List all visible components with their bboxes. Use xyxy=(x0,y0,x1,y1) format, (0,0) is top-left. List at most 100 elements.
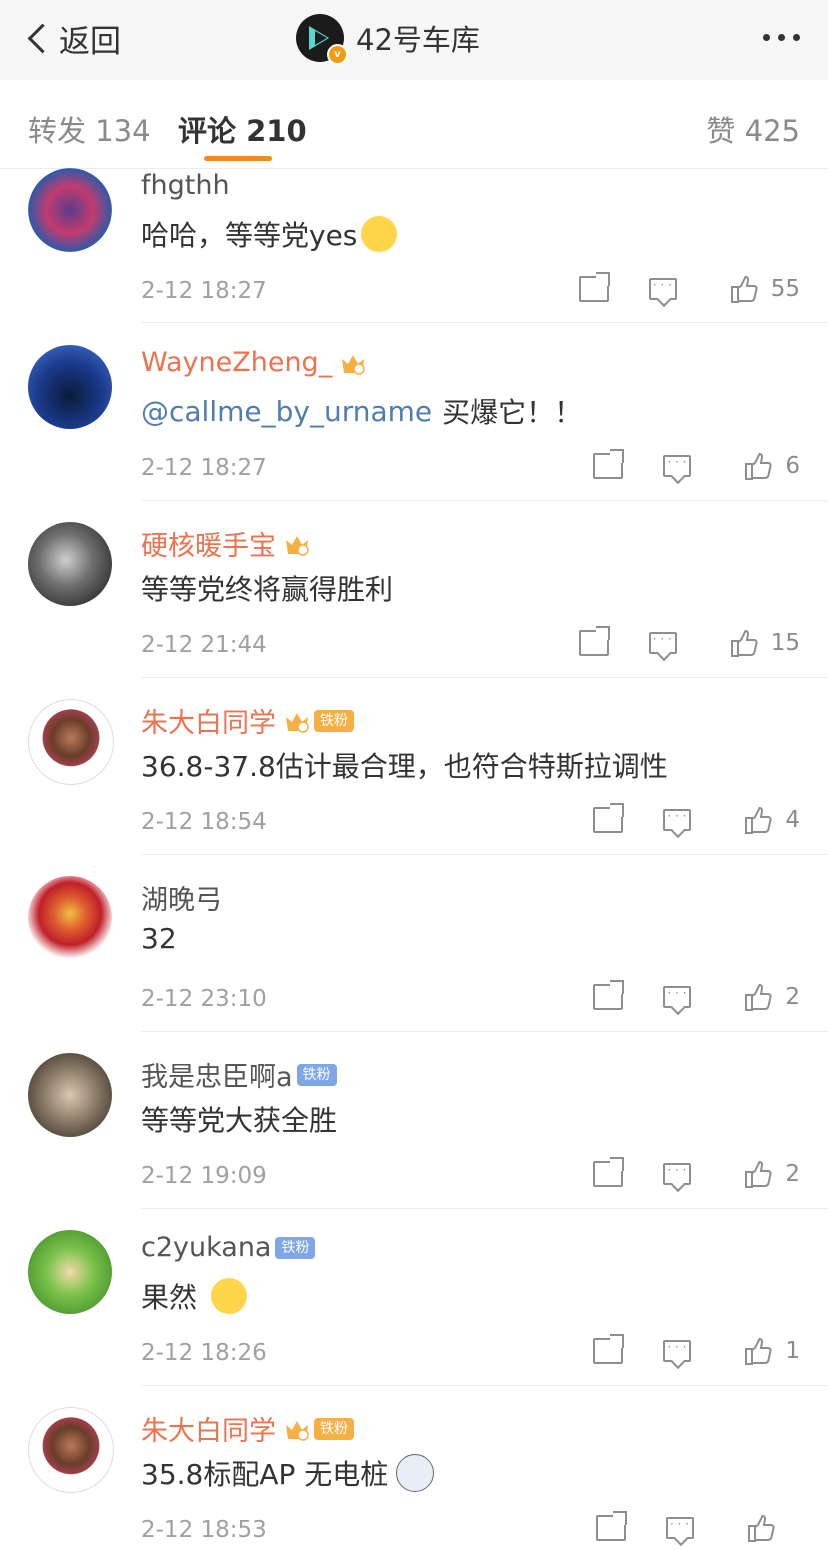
like-button[interactable]: 4 xyxy=(691,805,800,835)
username[interactable]: fhgthh xyxy=(141,170,230,201)
like-button[interactable]: 1 xyxy=(691,1336,800,1366)
thumbs-up-icon xyxy=(730,629,758,657)
dot-icon xyxy=(793,34,800,41)
reply-button[interactable] xyxy=(623,986,692,1008)
account-logo-icon: v xyxy=(296,14,348,65)
avatar[interactable] xyxy=(28,876,112,960)
username[interactable]: 我是忠臣啊a 铁粉 xyxy=(141,1055,337,1094)
username[interactable]: 硬核暖手宝 xyxy=(141,524,310,563)
comment-text: 35.8标配AP 无电桩 xyxy=(141,1453,435,1493)
page-title: 42号车库 xyxy=(356,23,480,57)
reply-button[interactable] xyxy=(623,809,692,831)
back-label: 返回 xyxy=(59,23,121,60)
account-title[interactable]: v 42号车库 xyxy=(296,14,480,65)
like-count: 4 xyxy=(785,807,800,833)
comment-icon xyxy=(663,1340,692,1362)
yummy-emoji-icon xyxy=(211,1278,248,1314)
divider xyxy=(141,322,828,323)
comment-icon xyxy=(648,278,677,300)
reply-button[interactable] xyxy=(609,632,677,654)
thumbs-up-icon xyxy=(730,275,758,303)
username[interactable]: c2yukana 铁粉 xyxy=(141,1232,316,1263)
comment-icon xyxy=(666,1517,694,1539)
back-button[interactable]: 返回 xyxy=(22,16,121,60)
avatar[interactable] xyxy=(28,1407,114,1493)
fan-badge: 铁粉 xyxy=(296,1063,337,1086)
like-count: 2 xyxy=(785,1161,800,1187)
share-button[interactable] xyxy=(593,1157,625,1187)
comment-actions xyxy=(596,1511,800,1543)
mention-link[interactable]: @callme_by_urname xyxy=(141,395,432,428)
timestamp: 2-12 18:26 xyxy=(141,1340,267,1366)
divider xyxy=(141,1031,828,1032)
like-button[interactable]: 2 xyxy=(691,1159,800,1189)
comment-icon xyxy=(648,632,677,654)
covering-face-emoji-icon xyxy=(361,216,398,252)
thumbs-up-icon xyxy=(748,1514,775,1542)
share-button[interactable] xyxy=(593,980,625,1010)
share-icon xyxy=(593,980,625,1010)
avatar[interactable] xyxy=(28,1053,112,1137)
comment-text: 果然 xyxy=(141,1276,248,1316)
thumbs-up-icon xyxy=(745,983,772,1011)
like-button[interactable]: 6 xyxy=(691,451,800,481)
avatar[interactable] xyxy=(28,699,114,785)
reply-button[interactable] xyxy=(609,278,677,300)
share-button[interactable] xyxy=(593,1334,625,1364)
share-button[interactable] xyxy=(596,1511,627,1541)
tab-likes[interactable]: 赞 425 xyxy=(706,108,800,150)
timestamp: 2-12 18:53 xyxy=(141,1517,267,1543)
like-count: 15 xyxy=(770,630,800,656)
reply-button[interactable] xyxy=(626,1517,694,1539)
username[interactable]: 朱大白同学 铁粉 xyxy=(141,701,354,740)
fan-badge: 铁粉 xyxy=(314,1417,354,1440)
thumbs-up-icon xyxy=(745,452,772,480)
like-button[interactable]: 15 xyxy=(677,628,800,658)
avatar[interactable] xyxy=(28,345,112,429)
comment-icon xyxy=(663,809,692,831)
share-icon xyxy=(596,1511,627,1541)
reply-button[interactable] xyxy=(623,455,692,477)
like-count: 2 xyxy=(785,984,800,1010)
share-button[interactable] xyxy=(578,272,610,302)
comment-text: 等等党大获全胜 xyxy=(141,1104,338,1137)
username[interactable]: 朱大白同学 铁粉 xyxy=(141,1409,354,1448)
reply-button[interactable] xyxy=(623,1163,692,1185)
username[interactable]: 湖晚弓 xyxy=(141,878,222,917)
like-button[interactable]: 2 xyxy=(691,982,800,1012)
timestamp: 2-12 18:27 xyxy=(141,455,267,481)
verified-badge-icon: v xyxy=(327,44,348,65)
share-icon xyxy=(593,803,625,833)
divider xyxy=(141,677,828,678)
fan-badge: 铁粉 xyxy=(275,1236,316,1259)
comment-actions: 1 xyxy=(593,1334,800,1366)
more-options-button[interactable] xyxy=(763,34,800,41)
tab-reposts[interactable]: 转发 134 xyxy=(28,108,151,150)
tab-bar: 转发 134 评论 210 赞 425 xyxy=(0,80,828,169)
avatar[interactable] xyxy=(28,168,112,252)
comment-text: @callme_by_urname 买爆它！！ xyxy=(141,394,583,430)
divider xyxy=(141,854,828,855)
comment-actions: 4 xyxy=(593,803,800,835)
thumbs-up-icon xyxy=(745,1337,772,1365)
like-count: 1 xyxy=(785,1338,800,1364)
tab-comments[interactable]: 评论 210 xyxy=(178,108,307,150)
share-icon xyxy=(593,1157,625,1187)
comment-actions: 2 xyxy=(593,1157,800,1189)
share-button[interactable] xyxy=(593,803,625,833)
username[interactable]: WayneZheng_ xyxy=(141,347,366,378)
comment-actions: 15 xyxy=(578,626,800,658)
like-button[interactable]: 55 xyxy=(677,274,800,304)
share-button[interactable] xyxy=(593,449,625,479)
share-button[interactable] xyxy=(578,626,610,656)
timestamp: 2-12 23:10 xyxy=(141,986,267,1012)
avatar[interactable] xyxy=(28,1230,112,1314)
dot-icon xyxy=(778,34,785,41)
crown-icon xyxy=(286,535,309,556)
divider xyxy=(141,1208,828,1209)
reply-button[interactable] xyxy=(623,1340,692,1362)
like-button[interactable] xyxy=(694,1513,800,1543)
comment-text: 32 xyxy=(141,922,177,955)
avatar[interactable] xyxy=(28,522,112,606)
timestamp: 2-12 21:44 xyxy=(141,632,267,658)
